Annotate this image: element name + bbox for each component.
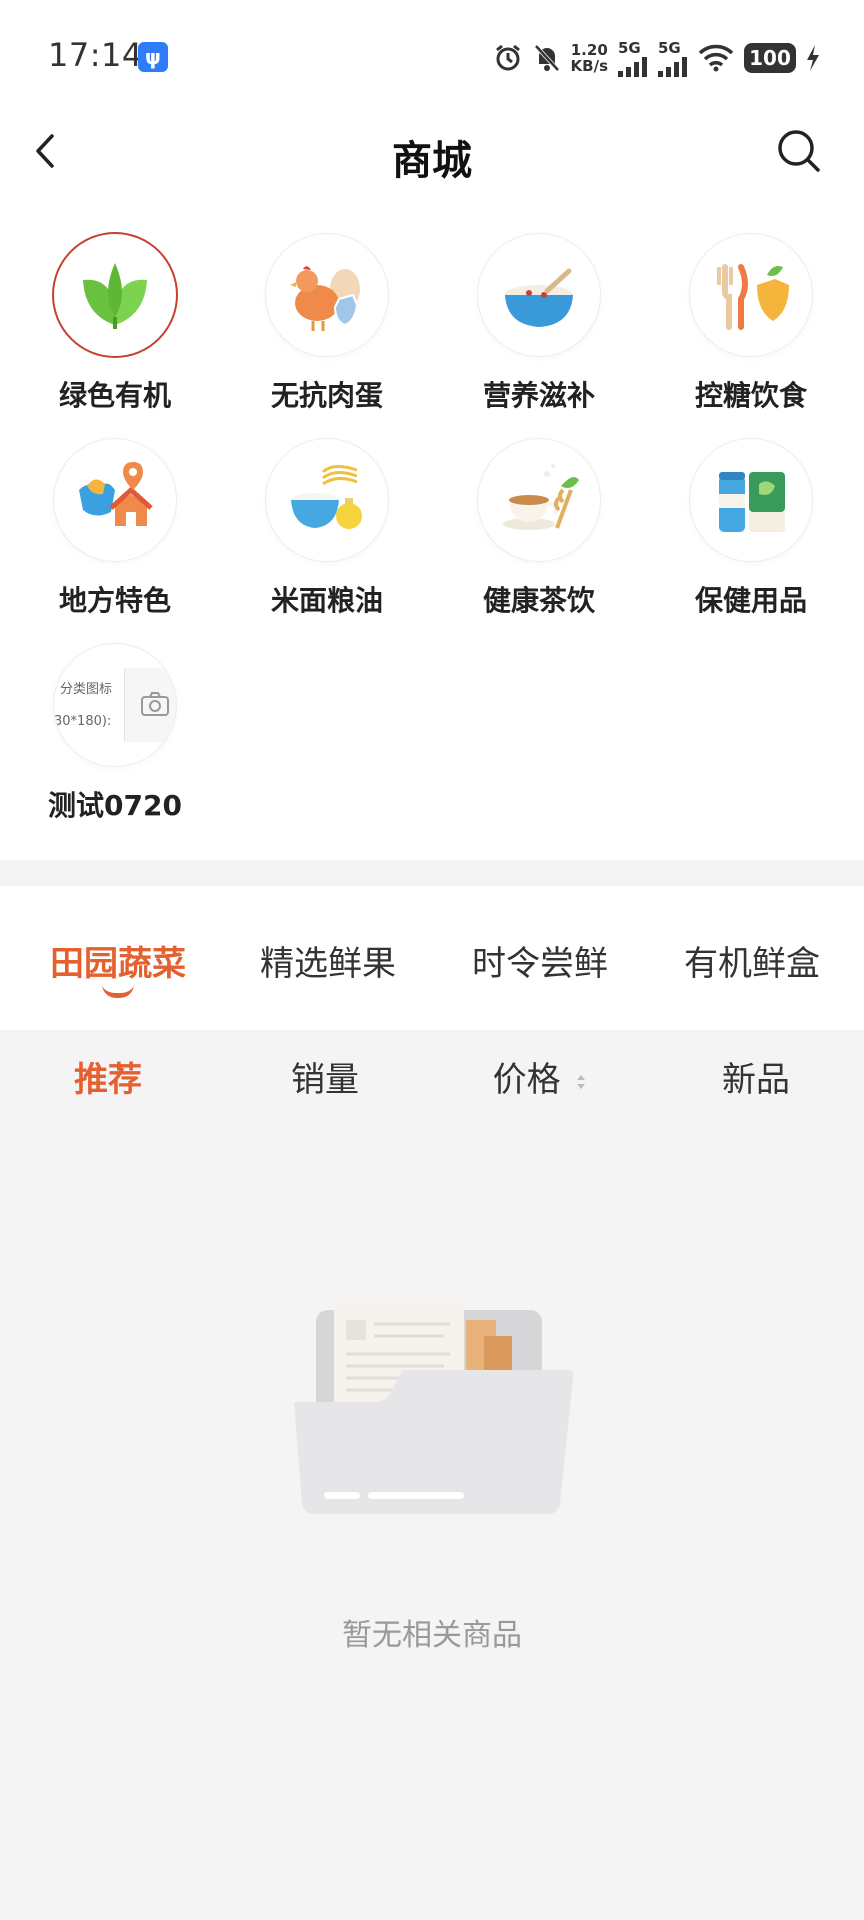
sort-sales[interactable]: 销量 — [235, 1052, 415, 1101]
signal-1-label: 5G — [618, 39, 641, 57]
category-icon-circle — [266, 439, 388, 561]
sort-label: 销量 — [291, 1060, 359, 1100]
signal-bars-icon — [658, 57, 687, 77]
sort-label: 推荐 — [74, 1060, 142, 1100]
signal-2-label: 5G — [658, 39, 681, 57]
signal-2: 5G — [658, 39, 688, 77]
sort-price[interactable]: 价格 — [450, 1052, 630, 1101]
empty-folder-icon — [294, 1300, 574, 1514]
status-time: 17:14 — [48, 36, 143, 74]
sort-bar: 推荐 销量 价格 新品 — [0, 1030, 864, 1126]
tab-organic-box[interactable]: 有机鲜盒 — [652, 936, 852, 985]
signal-1: 5G — [618, 39, 648, 77]
tab-label: 有机鲜盒 — [684, 944, 820, 984]
category-label: 米面粮油 — [270, 584, 383, 617]
tab-label: 精选鲜果 — [260, 944, 396, 984]
product-tab-bar: 田园蔬菜 精选鲜果 时令尝鲜 有机鲜盒 — [0, 886, 864, 1030]
category-label: 保健用品 — [694, 584, 807, 617]
tab-seasonal[interactable]: 时令尝鲜 — [440, 936, 640, 985]
category-label: 健康茶饮 — [482, 584, 595, 617]
mute-bell-icon — [534, 44, 560, 72]
category-label: 控糖饮食 — [694, 379, 807, 412]
category-item-grain-oil[interactable]: 米面粮油 — [237, 439, 417, 619]
category-item-antibiotic-free-meat-eggs[interactable]: 无抗肉蛋 — [237, 234, 417, 414]
usb-icon: ψ — [138, 42, 168, 72]
tab-selected-fruits[interactable]: 精选鲜果 — [228, 936, 428, 985]
category-label: 测试0720 — [48, 789, 182, 822]
active-tab-indicator — [102, 984, 134, 998]
tea-cup-icon — [503, 464, 579, 530]
sort-label: 新品 — [722, 1060, 790, 1100]
camera-icon — [141, 692, 169, 716]
category-item-sugar-control[interactable]: 控糖饮食 — [661, 234, 841, 414]
signal-bars-icon — [618, 57, 647, 77]
status-icons: 1.20 KB/s 5G 5G 100 — [483, 38, 820, 78]
category-item-local-specialty[interactable]: 地方特色 — [25, 439, 205, 619]
category-icon-circle — [690, 234, 812, 356]
porridge-bowl-icon — [505, 268, 573, 327]
empty-state-text: 暂无相关商品 — [342, 1618, 522, 1653]
category-label: 营养滋补 — [482, 379, 595, 412]
category-icon-circle — [54, 439, 176, 561]
health-products-icon — [719, 472, 785, 532]
wifi-icon — [698, 44, 734, 72]
map-house-icon — [79, 462, 153, 526]
placeholder-text-2: 30*180): — [54, 714, 112, 729]
search-button[interactable] — [774, 126, 824, 176]
search-icon — [778, 130, 820, 172]
category-icon-circle — [478, 234, 600, 356]
tab-label: 时令尝鲜 — [472, 944, 608, 984]
header: 商城 — [0, 110, 864, 192]
tab-label: 田园蔬菜 — [50, 944, 186, 984]
status-bar: 17:14 ψ 1.20 KB/s 5G 5G 100 — [0, 0, 864, 110]
category-grid: 绿色有机 无抗肉蛋 营养滋补 控糖饮食 地方特色 米面粮油 健康茶饮 保健用品 … — [0, 192, 864, 860]
category-label: 无抗肉蛋 — [270, 379, 383, 412]
category-icon-circle — [266, 234, 388, 356]
empty-state-illustration — [294, 1300, 574, 1520]
tab-pastoral-vegetables[interactable]: 田园蔬菜 — [18, 936, 218, 998]
charging-icon — [807, 45, 819, 71]
sort-new[interactable]: 新品 — [666, 1052, 846, 1101]
category-label: 地方特色 — [58, 584, 171, 617]
category-item-nutrition[interactable]: 营养滋补 — [449, 234, 629, 414]
sort-label: 价格 — [492, 1060, 561, 1100]
net-speed-unit: KB/s — [570, 57, 608, 75]
net-speed-value: 1.20 — [570, 41, 608, 59]
category-icon-circle — [478, 439, 600, 561]
sort-recommended[interactable]: 推荐 — [18, 1052, 198, 1101]
chicken-egg-icon — [290, 266, 360, 331]
category-icon-circle — [54, 234, 176, 356]
category-item-test-0720[interactable]: 分类图标 30*180): 测试0720 — [25, 644, 205, 824]
sort-arrows-icon — [577, 1074, 586, 1089]
category-item-health-products[interactable]: 保健用品 — [661, 439, 841, 619]
page-title: 商城 — [392, 138, 472, 184]
battery-indicator: 100 — [744, 43, 796, 73]
placeholder-upload-icon: 分类图标 30*180): — [54, 644, 176, 766]
net-speed: 1.20 KB/s — [571, 42, 608, 74]
category-label: 绿色有机 — [58, 379, 171, 412]
leaf-icon — [83, 263, 147, 329]
fork-knife-shield-icon — [717, 264, 789, 330]
alarm-icon — [495, 44, 520, 71]
category-icon-circle: 分类图标 30*180): — [54, 644, 176, 766]
category-item-green-organic[interactable]: 绿色有机 — [25, 234, 205, 414]
rice-noodle-oil-icon — [291, 465, 362, 529]
category-item-health-tea[interactable]: 健康茶饮 — [449, 439, 629, 619]
category-icon-circle — [690, 439, 812, 561]
placeholder-text-1: 分类图标 — [60, 682, 113, 697]
